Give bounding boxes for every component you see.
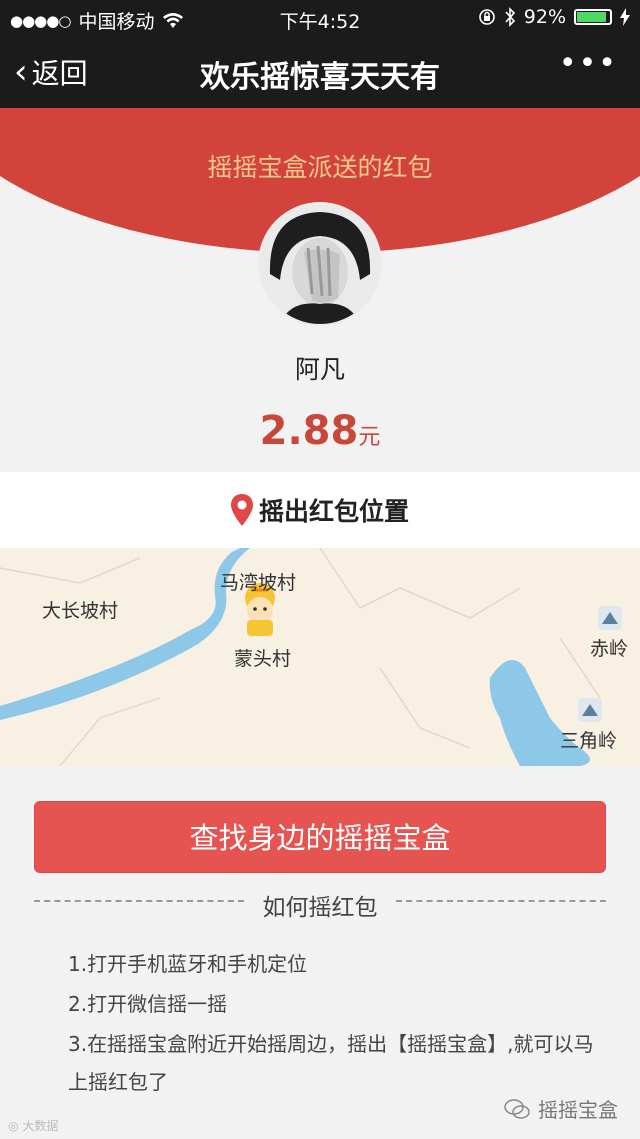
- amount-unit: 元: [358, 425, 381, 450]
- battery-icon: [574, 9, 612, 25]
- howto-title: 如何摇红包: [262, 895, 378, 921]
- list-item: 1.打开手机蓝牙和手机定位: [68, 952, 308, 976]
- banner-subtitle: 摇摇宝盒派送的红包: [207, 153, 433, 182]
- more-dots-icon[interactable]: •••: [559, 46, 618, 81]
- map-place-label: 蒙头村: [234, 648, 292, 670]
- watermark-left: ◎ 大数据: [8, 1119, 59, 1133]
- map-place-label: 马湾坡村: [220, 572, 297, 594]
- wechat-icon: [504, 1098, 530, 1119]
- map-place-label: 三角岭: [560, 730, 618, 752]
- weibo-icon: ◎: [8, 1119, 19, 1133]
- rotation-lock-icon: [478, 9, 495, 25]
- amount-value: 2.88: [259, 408, 359, 454]
- location-pin-icon: [230, 494, 253, 526]
- avatar: [258, 202, 382, 326]
- battery-percent: 92%: [523, 6, 566, 28]
- list-item: 3.在摇摇宝盒附近开始摇周边，摇出【摇摇宝盒】,就可以马上摇红包了: [68, 1032, 594, 1094]
- map-terrain: [0, 548, 640, 766]
- sender-name: 阿凡: [294, 355, 345, 384]
- bluetooth-icon: [505, 7, 515, 27]
- find-nearby-box-button[interactable]: 查找身边的摇摇宝盒: [34, 801, 606, 873]
- nav-bar: ‹ 返回 欢乐摇惊喜天天有 •••: [0, 36, 640, 108]
- charging-bolt-icon: [620, 8, 630, 26]
- watermark-right: 摇摇宝盒: [504, 1094, 618, 1123]
- amount-display: 2.88元: [0, 408, 640, 454]
- avatar-photo: [260, 204, 380, 324]
- list-item: 2.打开微信摇一摇: [68, 992, 228, 1016]
- map-place-label: 赤岭: [590, 638, 629, 660]
- page-title: 欢乐摇惊喜天天有: [200, 60, 440, 95]
- location-title: 摇出红包位置: [258, 497, 409, 526]
- map-place-label: 大长坡村: [42, 600, 119, 622]
- map-view[interactable]: 马湾坡村 大长坡村 蒙头村 赤岭 三角岭: [0, 548, 640, 766]
- location-header: 摇出红包位置: [0, 472, 640, 548]
- howto-steps: 1.打开手机蓝牙和手机定位 2.打开微信摇一摇 3.在摇摇宝盒附近开始摇周边，摇…: [68, 945, 613, 1103]
- status-bar: ●●●●○ 中国移动 下午4:52 92%: [0, 0, 640, 36]
- howto-divider: 如何摇红包: [34, 888, 606, 922]
